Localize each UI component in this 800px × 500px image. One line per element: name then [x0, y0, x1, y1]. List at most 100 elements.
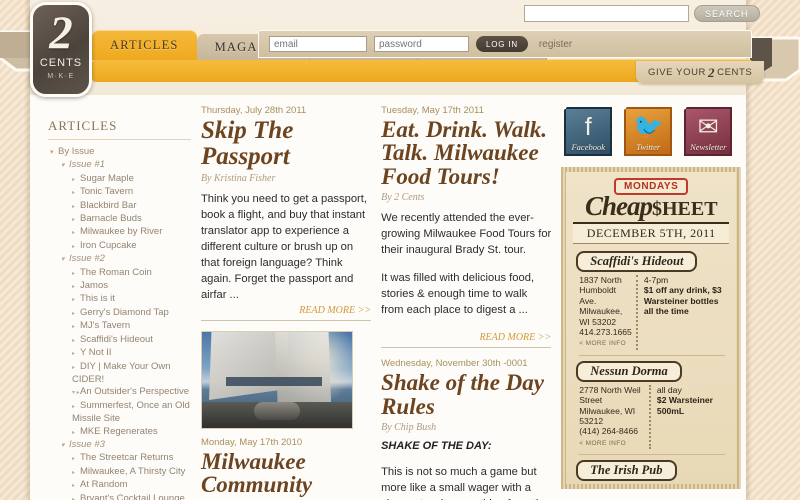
sidebar-item-an-outsider-s-perspective[interactable]: ▾ ▸An Outsider's Perspective	[48, 386, 191, 399]
cheapsheet-logo-cheap: Cheap	[584, 191, 653, 221]
chevron-down-icon: ▾	[61, 441, 65, 449]
venue-detail-row: 1837 North Humboldt Ave. Milwaukee, WI 5…	[573, 275, 729, 355]
sidebar-item-barnacle-buds[interactable]: ▸ Barnacle Buds	[48, 213, 191, 226]
main-content: ARTICLES ▾ By Issue ▾ Issue #1 ▸ Sugar Maple ▸…	[30, 100, 746, 500]
article-title[interactable]: Milwaukee Community Sailing Center	[201, 450, 371, 500]
article-subhead: SHAKE OF THE DAY:	[381, 440, 492, 453]
sidebar-item-label: Tonic Tavern	[80, 186, 134, 198]
sidebar-item-label: Issue #1	[69, 159, 105, 171]
venue-name[interactable]: Scaffidi's Hideout	[576, 251, 698, 272]
venue-more-info-link[interactable]: < MORE INFO	[579, 439, 645, 449]
sidebar-item-label: Issue #2	[69, 253, 105, 265]
chevron-down-icon: ▾ ▸	[72, 390, 80, 397]
tab-articles[interactable]: ARTICLES	[92, 30, 197, 60]
sidebar-item-gerry-s-diamond-tap[interactable]: ▸ Gerry's Diamond Tap	[48, 307, 191, 320]
venue-deal: Miller products=$2, Pabst is always $2	[637, 484, 727, 489]
sidebar-item-milwaukee-by-river[interactable]: ▸ Milwaukee by River	[48, 226, 191, 239]
article-card-food-tours: Tuesday, May 17th 2011 Eat. Drink. Walk.…	[381, 105, 552, 349]
password-field[interactable]	[374, 36, 469, 52]
sidebar-item-blackbird-bar[interactable]: ▸ Blackbird Bar	[48, 200, 191, 213]
read-more-link[interactable]: READ MORE >>	[381, 330, 551, 343]
sidebar-item-jamos[interactable]: ▸ Jamos	[48, 280, 191, 293]
sidebar-item-at-random[interactable]: ▸ At Random	[48, 479, 191, 492]
sidebar-item-label: The Roman Coin	[80, 266, 152, 278]
article-byline: By Chip Bush	[381, 422, 437, 434]
email-field[interactable]	[269, 36, 367, 52]
stamp-label: Facebook	[571, 142, 605, 152]
chevron-right-icon: ▸	[72, 284, 76, 291]
sidebar-item-label: By Issue	[58, 146, 95, 157]
facebook-icon: f	[584, 112, 592, 141]
sidebar-item-the-roman-coin[interactable]: ▸ The Roman Coin	[48, 267, 191, 280]
article-title[interactable]: Eat. Drink. Walk. Talk. Milwaukee Food T…	[381, 118, 551, 188]
search-input[interactable]	[524, 5, 689, 22]
sidebar-title: ARTICLES	[48, 118, 191, 140]
social-stamp-group: f Facebook 🐦 Twitter ✉ Newsletter	[561, 100, 746, 167]
sidebar-item-the-streetcar-returns[interactable]: ▸ The Streetcar Returns	[48, 452, 191, 465]
sidebar-item-issue-1[interactable]: ▾ Issue #1	[48, 159, 191, 172]
article-date: Tuesday, May 17th 2011	[381, 105, 484, 116]
sidebar-item-scaffidi-s-hideout[interactable]: ▸ Scaffidi's Hideout	[48, 334, 191, 347]
article-column-middle: Tuesday, May 17th 2011 Eat. Drink. Walk.…	[381, 100, 561, 500]
sidebar-item-label: Gerry's Diamond Tap	[80, 306, 169, 318]
chevron-right-icon: ▸	[72, 337, 76, 344]
sidebar-item-label: This is it	[80, 293, 115, 305]
sidebar-item-bryant-s-cocktail-lounge[interactable]: ▸ Bryant's Cocktail Lounge	[48, 493, 191, 500]
twitter-stamp-link[interactable]: 🐦 Twitter	[621, 104, 676, 159]
article-title[interactable]: Skip The Passport	[201, 118, 371, 169]
stamp-label: Twitter	[636, 142, 661, 152]
sidebar-item-label: Milwaukee by River	[80, 226, 163, 238]
sidebar-item-y-not-ii[interactable]: ▸ Y Not II	[48, 347, 191, 360]
search-button[interactable]: SEARCH	[694, 5, 760, 22]
article-excerpt-p1: We recently attended the ever-growing Mi…	[381, 212, 552, 257]
sidebar-item-label: Milwaukee, A Thirsty City	[80, 465, 186, 477]
sidebar-item-mke-regenerates[interactable]: ▸ MKE Regenerates	[48, 426, 191, 439]
sidebar-item-diy-make-your-own-cider[interactable]: ▸ DIY | Make Your Own CIDER!	[48, 361, 191, 387]
site-logo[interactable]: 2 CENTS M·K·E	[30, 2, 92, 97]
sidebar-item-iron-cupcake[interactable]: ▸ Iron Cupcake	[48, 240, 191, 253]
sidebar-item-issue-3[interactable]: ▾ Issue #3	[48, 439, 191, 452]
article-excerpt: Think you need to get a passport, book a…	[200, 193, 367, 301]
sidebar-item-label: Iron Cupcake	[80, 239, 137, 251]
sidebar-item-issue-2[interactable]: ▾ Issue #2	[48, 253, 191, 266]
chevron-right-icon: ▸	[72, 364, 76, 371]
chevron-right-icon: ▸	[72, 456, 76, 463]
cheapsheet-logo: Cheap$HEET	[573, 193, 729, 220]
login-button[interactable]: LOG IN	[476, 36, 528, 52]
sidebar-item-summerfest-once-an-old-missile-site[interactable]: ▸ Summerfest, Once an Old Missile Site	[48, 400, 191, 426]
give-cents-numeral: 2	[708, 64, 716, 80]
sailboat-photo[interactable]	[200, 331, 353, 429]
venue-name[interactable]: Nessun Dorma	[576, 360, 682, 382]
sidebar-article-tree: ▾ By Issue ▾ Issue #1 ▸ Sugar Maple ▸ Tonic Tav…	[48, 146, 191, 500]
article-column-left: Thursday, July 28th 2011 Skip The Passpo…	[200, 100, 381, 500]
twitter-icon: 🐦	[632, 112, 664, 141]
article-card-sailing-center: Monday, May 17th 2010 Milwaukee Communit…	[200, 331, 371, 500]
facebook-stamp-link[interactable]: f Facebook	[561, 104, 616, 159]
chevron-right-icon: ▸	[72, 217, 76, 224]
chevron-right-icon: ▸	[72, 190, 76, 197]
venue-name[interactable]: The Irish Pub	[576, 460, 677, 482]
cheapsheet-logo-sheet: $HEET	[651, 198, 718, 220]
right-sidebar: f Facebook 🐦 Twitter ✉ Newsletter MONDAYS Che…	[561, 100, 746, 500]
sidebar-item-this-is-it[interactable]: ▸ This is it	[48, 293, 191, 306]
chevron-right-icon: ▸	[72, 469, 76, 476]
sidebar-item-label: At Random	[80, 479, 128, 491]
sidebar-item-by-issue[interactable]: ▾ By Issue	[48, 146, 191, 159]
newsletter-stamp-link[interactable]: ✉ Newsletter	[681, 104, 736, 159]
sidebar-item-sugar-maple[interactable]: ▸ Sugar Maple	[48, 173, 191, 186]
sidebar-item-tonic-tavern[interactable]: ▸ Tonic Tavern	[48, 186, 191, 199]
cheapsheet-widget: MONDAYS Cheap$HEET DECEMBER 5TH, 2011 Sc…	[561, 167, 742, 489]
venue-more-info-link[interactable]: < MORE INFO	[579, 339, 632, 349]
read-more-link[interactable]: READ MORE >>	[201, 303, 371, 316]
article-divider	[381, 347, 552, 349]
article-title[interactable]: Shake of the Day Rules	[381, 371, 551, 418]
sidebar-item-milwaukee-a-thirsty-city[interactable]: ▸ Milwaukee, A Thirsty City	[48, 466, 191, 479]
give-your-2-cents-button[interactable]: GIVE YOUR 2 CENTS	[636, 61, 765, 84]
venue-address: 2778 North Weil Street Milwaukee, WI 532…	[579, 384, 651, 450]
sidebar-item-mj-s-tavern[interactable]: ▸ MJ's Tavern	[48, 320, 191, 333]
register-link[interactable]: register	[539, 39, 572, 50]
chevron-right-icon: ▸	[72, 483, 76, 490]
article-date: Monday, May 17th 2010	[200, 437, 303, 448]
chevron-right-icon: ▸	[72, 270, 76, 277]
sidebar-item-label: Issue #3	[69, 438, 105, 450]
